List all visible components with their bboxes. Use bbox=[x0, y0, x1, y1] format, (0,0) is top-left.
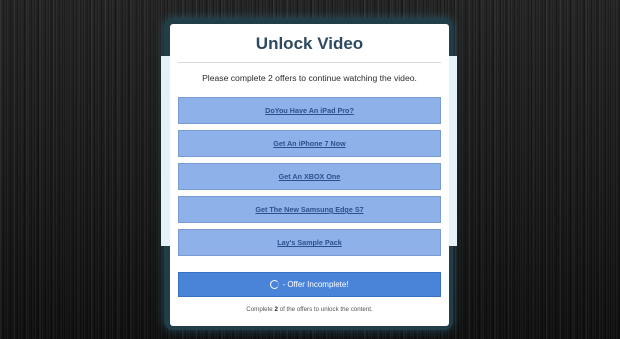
offer-link-lays-sample[interactable]: Lay's Sample Pack bbox=[178, 229, 441, 256]
offer-status-bar: - Offer Incomplete! bbox=[178, 272, 441, 297]
title-divider bbox=[178, 62, 441, 63]
footer-note: Complete 2 of the offers to unlock the c… bbox=[170, 306, 449, 313]
footer-suffix: of the offers to unlock the content. bbox=[277, 306, 373, 313]
modal-instructions: Please complete 2 offers to continue wat… bbox=[202, 73, 417, 83]
modal-title: Unlock Video bbox=[255, 34, 364, 53]
offer-status-text: - Offer Incomplete! bbox=[282, 280, 349, 289]
offer-link-xbox-one[interactable]: Get An XBOX One bbox=[178, 163, 441, 190]
offer-link-ipad-pro[interactable]: DoYou Have An iPad Pro? bbox=[178, 97, 441, 124]
unlock-modal: Unlock Video Please complete 2 offers to… bbox=[170, 24, 449, 326]
offer-link-iphone-7[interactable]: Get An iPhone 7 Now bbox=[178, 130, 441, 157]
offer-link-samsung-edge[interactable]: Get The New Samsung Edge S7 bbox=[178, 196, 441, 223]
modal-side-strip-left bbox=[161, 56, 170, 246]
modal-side-strip-right bbox=[448, 56, 457, 246]
footer-prefix: Complete bbox=[246, 306, 275, 313]
spinner-icon bbox=[270, 280, 280, 289]
